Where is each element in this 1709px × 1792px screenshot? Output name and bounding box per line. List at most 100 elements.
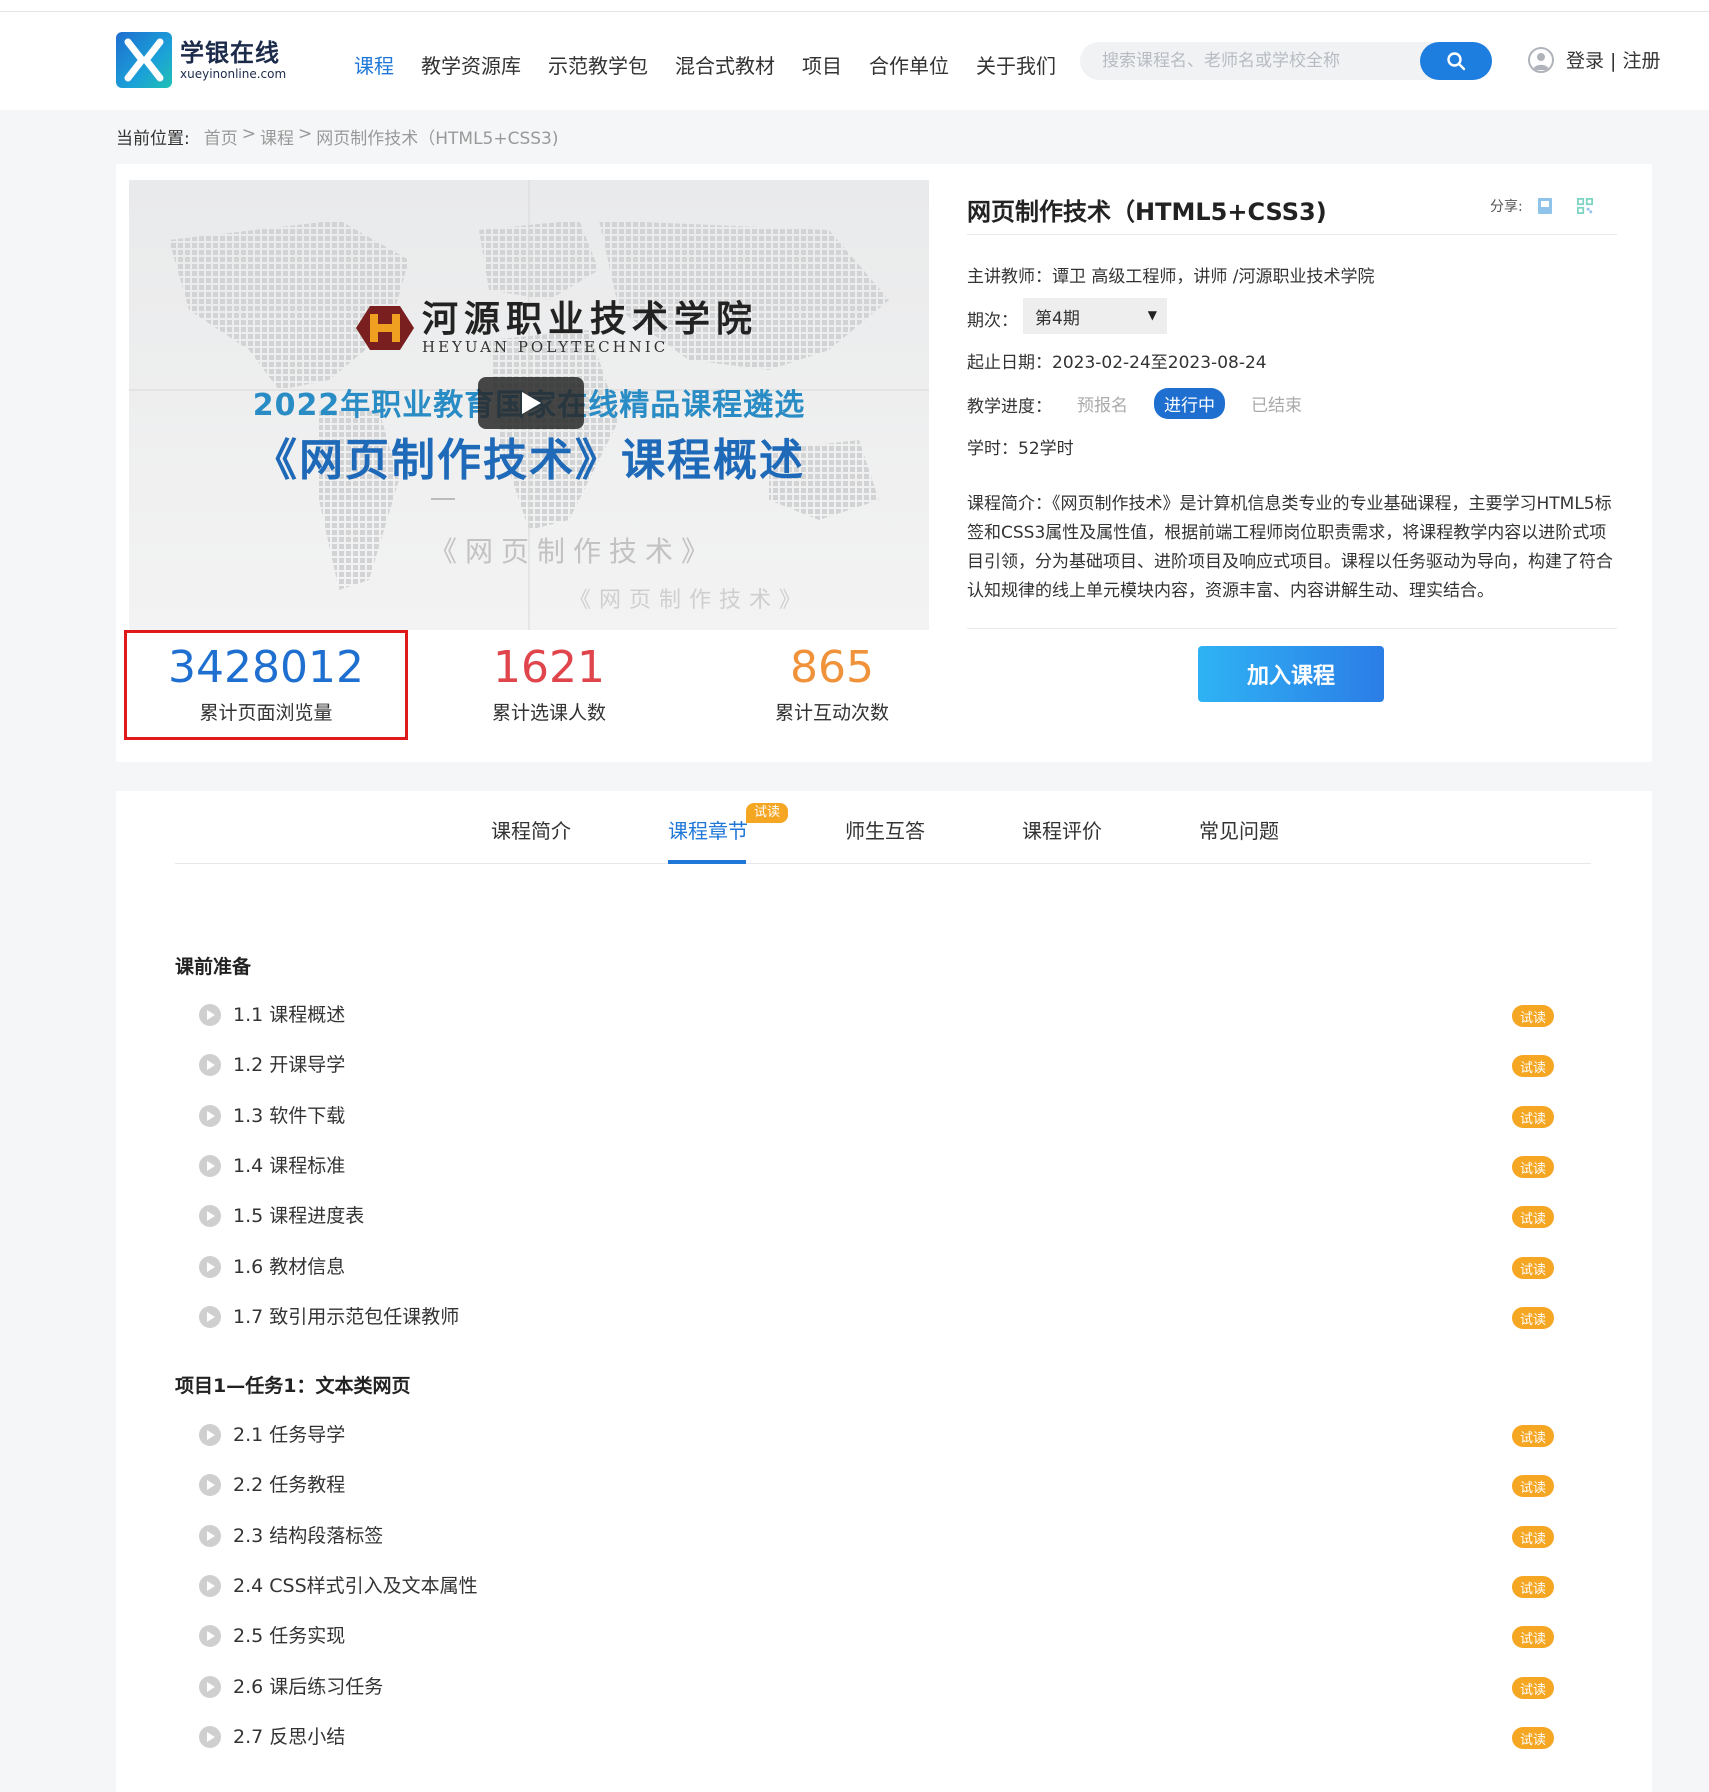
lesson-title: 1.2 开课导学 xyxy=(233,1054,346,1076)
bookmark-share-icon[interactable] xyxy=(1537,197,1553,215)
trial-badge: 试读 xyxy=(1512,1106,1554,1128)
lesson-item[interactable]: 2.4 CSS样式引入及文本属性 试读 xyxy=(199,1572,1589,1600)
play-circle-icon xyxy=(199,1306,221,1328)
user-area: 登录 | 注册 xyxy=(1528,46,1660,73)
content-tabs: 课程简介 课程章节 试读 师生互答 课程评价 常见问题 xyxy=(175,791,1591,864)
lesson-item[interactable]: 1.4 课程标准 试读 xyxy=(199,1152,1589,1180)
lesson-item[interactable]: 2.7 反思小结 试读 xyxy=(199,1723,1589,1751)
heyuan-logo-icon xyxy=(356,306,414,350)
trial-badge: 试读 xyxy=(1512,1475,1554,1497)
site-logo[interactable]: 学银在线 xueyinonline.com xyxy=(116,32,286,88)
nav-item-demo-package[interactable]: 示范教学包 xyxy=(548,50,648,79)
lesson-title: 2.1 任务导学 xyxy=(233,1424,346,1446)
play-icon xyxy=(522,392,541,414)
nav-item-resource-library[interactable]: 教学资源库 xyxy=(421,50,521,79)
course-stats: 3428012 累计页面浏览量 1621 累计选课人数 865 累计互动次数 加… xyxy=(116,630,1652,760)
search-button[interactable] xyxy=(1420,42,1492,80)
trial-badge: 试读 xyxy=(1512,1206,1554,1228)
lesson-title: 2.7 反思小结 xyxy=(233,1726,346,1748)
nav-item-courses[interactable]: 课程 xyxy=(354,50,394,79)
stat-value: 1621 xyxy=(493,642,605,693)
cover-subtitle-echo: 《网页制作技术》 xyxy=(569,588,810,613)
play-circle-icon xyxy=(199,1525,221,1547)
tab-chapters[interactable]: 课程章节 xyxy=(668,815,748,844)
cover-subtitle: 《网页制作技术》 xyxy=(429,535,718,568)
lesson-item[interactable]: 1.6 教材信息 试读 xyxy=(199,1253,1589,1281)
info-divider xyxy=(967,628,1617,629)
trial-badge: 试读 xyxy=(1512,1576,1554,1598)
progress-label: 教学进度： xyxy=(967,397,1052,417)
progress-step-ended: 已结束 xyxy=(1251,396,1302,416)
lesson-title: 1.7 致引用示范包任课教师 xyxy=(233,1306,460,1328)
stat-value: 865 xyxy=(790,642,874,693)
nav-item-projects[interactable]: 项目 xyxy=(802,50,842,79)
stat-label: 累计页面浏览量 xyxy=(199,702,333,724)
lesson-title: 2.6 课后练习任务 xyxy=(233,1676,384,1698)
course-teacher: 主讲教师：谭卫 高级工程师，讲师 /河源职业技术学院 xyxy=(967,267,1375,287)
tab-qa[interactable]: 师生互答 xyxy=(845,815,925,844)
play-button[interactable] xyxy=(478,377,584,429)
lesson-item[interactable]: 1.7 致引用示范包任课教师 试读 xyxy=(199,1303,1589,1331)
course-panel: 河源职业技术学院 HEYUAN POLYTECHNIC 2022年职业教育国家在… xyxy=(116,164,1652,762)
section-title: 项目1—任务1：文本类网页 xyxy=(175,1375,411,1397)
lesson-title: 2.2 任务教程 xyxy=(233,1474,346,1496)
play-circle-icon xyxy=(199,1105,221,1127)
lesson-item[interactable]: 1.5 课程进度表 试读 xyxy=(199,1202,1589,1230)
trial-badge: 试读 xyxy=(1512,1526,1554,1548)
lesson-title: 1.3 软件下载 xyxy=(233,1105,346,1127)
lesson-item[interactable]: 1.3 软件下载 试读 xyxy=(199,1102,1589,1130)
share-bar: 分享: xyxy=(1490,196,1617,216)
progress-steps: 预报名 进行中 已结束 xyxy=(1067,388,1328,419)
stat-label: 累计选课人数 xyxy=(491,702,606,724)
course-hours: 学时：52学时 xyxy=(967,439,1074,459)
lesson-item[interactable]: 2.2 任务教程 试读 xyxy=(199,1471,1589,1499)
term-value: 第4期 xyxy=(1035,308,1080,329)
course-video-cover[interactable]: 河源职业技术学院 HEYUAN POLYTECHNIC 2022年职业教育国家在… xyxy=(129,180,929,630)
progress-step-ongoing: 进行中 xyxy=(1154,388,1225,419)
progress-row: 教学进度： 预报名 进行中 已结束 xyxy=(967,388,1302,419)
join-course-button[interactable]: 加入课程 xyxy=(1198,646,1384,702)
nav-item-blended-textbook[interactable]: 混合式教材 xyxy=(675,50,775,79)
play-circle-icon xyxy=(199,1424,221,1446)
lesson-item[interactable]: 2.6 课后练习任务 试读 xyxy=(199,1673,1589,1701)
course-title: 网页制作技术（HTML5+CSS3) xyxy=(967,198,1327,226)
main-nav: 课程 教学资源库 示范教学包 混合式教材 项目 合作单位 关于我们 xyxy=(354,50,1083,79)
tab-reviews[interactable]: 课程评价 xyxy=(1022,815,1102,844)
tab-faq[interactable]: 常见问题 xyxy=(1199,815,1279,844)
nav-item-partners[interactable]: 合作单位 xyxy=(869,50,949,79)
lesson-item[interactable]: 1.1 课程概述 试读 xyxy=(199,1001,1589,1029)
top-border xyxy=(0,0,1709,12)
login-register-link[interactable]: 登录 | 注册 xyxy=(1566,46,1660,73)
trial-badge: 试读 xyxy=(1512,1005,1554,1027)
school-logo: 河源职业技术学院 HEYUAN POLYTECHNIC xyxy=(356,300,758,356)
breadcrumb-current: 网页制作技术（HTML5+CSS3) xyxy=(316,129,559,149)
course-content: 课程简介 课程章节 试读 师生互答 课程评价 常见问题 课前准备 1.1 课程概… xyxy=(116,791,1652,1792)
search-input[interactable] xyxy=(1102,42,1402,80)
trial-badge: 试读 xyxy=(1512,1677,1554,1699)
lesson-title: 2.3 结构段落标签 xyxy=(233,1525,384,1547)
lesson-item[interactable]: 1.2 开课导学 试读 xyxy=(199,1051,1589,1079)
tab-overview[interactable]: 课程简介 xyxy=(491,815,571,844)
trial-badge: 试读 xyxy=(1512,1425,1554,1447)
cover-school-name-en: HEYUAN POLYTECHNIC xyxy=(422,338,669,356)
play-circle-icon xyxy=(199,1474,221,1496)
nav-item-about[interactable]: 关于我们 xyxy=(976,50,1056,79)
user-avatar-icon[interactable] xyxy=(1528,46,1554,73)
qr-code-icon[interactable] xyxy=(1576,197,1593,215)
lesson-item[interactable]: 2.1 任务导学 试读 xyxy=(199,1421,1589,1449)
term-row: 期次： 第4期 ▼ xyxy=(967,298,1167,334)
lesson-item[interactable]: 2.5 任务实现 试读 xyxy=(199,1622,1589,1650)
breadcrumb-home[interactable]: 首页 xyxy=(204,124,238,149)
share-label: 分享: xyxy=(1490,199,1523,215)
lesson-title: 2.5 任务实现 xyxy=(233,1625,346,1647)
info-divider xyxy=(967,234,1617,235)
course-description: 课程简介：《网页制作技术》是计算机信息类专业的专业基础课程，主要学习HTML5标… xyxy=(967,494,1613,601)
play-circle-icon xyxy=(199,1726,221,1748)
caret-down-icon: ▼ xyxy=(1147,308,1157,322)
stat-interactions: 865 累计互动次数 xyxy=(692,630,972,742)
term-select[interactable]: 第4期 ▼ xyxy=(1023,298,1167,334)
lesson-title: 1.1 课程概述 xyxy=(233,1004,346,1026)
breadcrumb-courses[interactable]: 课程 xyxy=(260,124,294,149)
trial-badge: 试读 xyxy=(1512,1727,1554,1749)
lesson-item[interactable]: 2.3 结构段落标签 试读 xyxy=(199,1522,1589,1550)
